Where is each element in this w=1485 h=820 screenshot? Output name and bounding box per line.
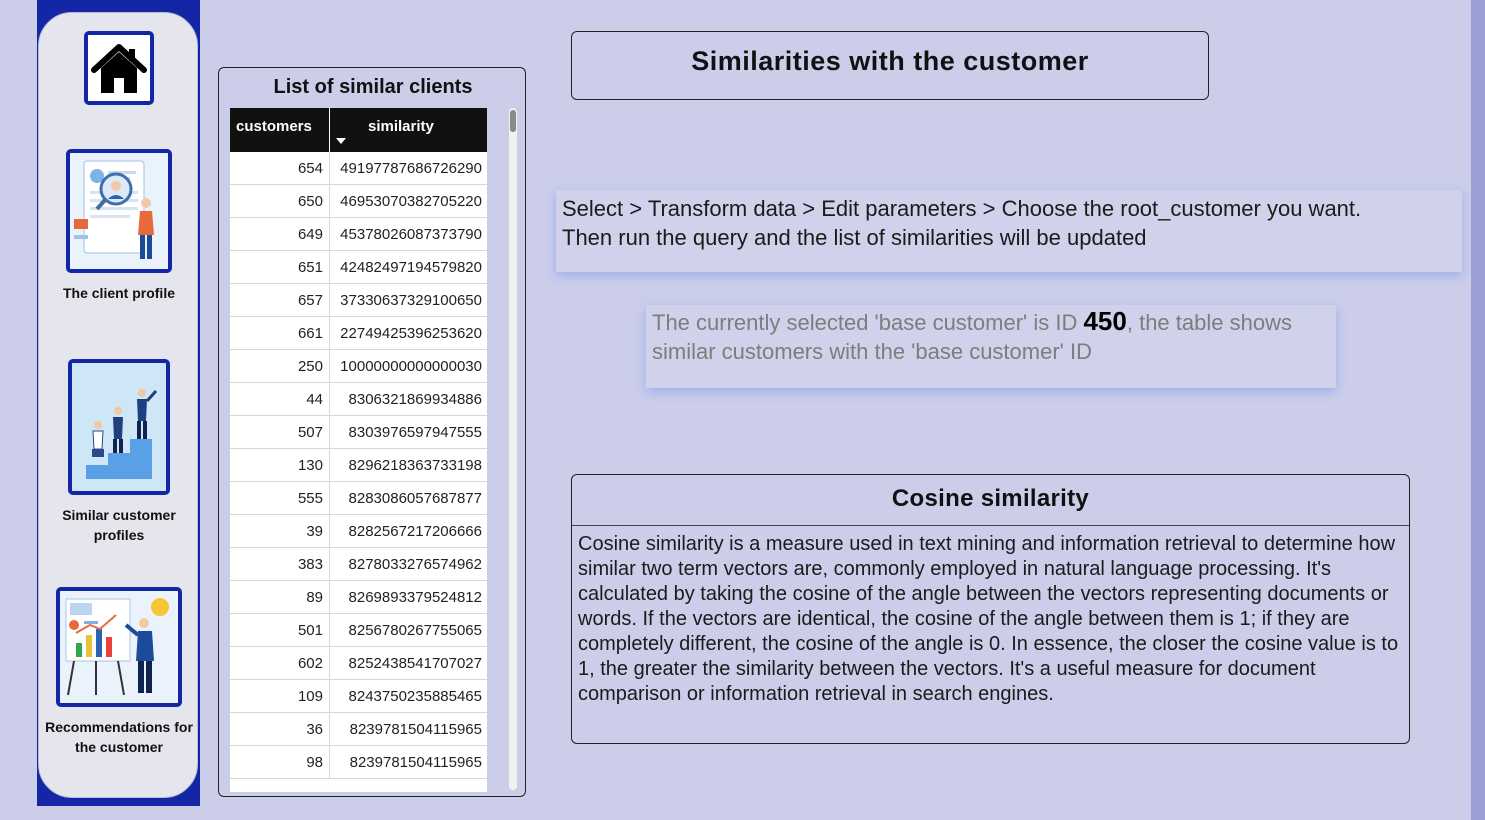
cell-similarity: 46953070382705220 — [340, 193, 482, 210]
table-row[interactable]: 250 10000000000000030 — [230, 350, 487, 383]
column-header-customers[interactable]: customers — [230, 108, 330, 152]
cell-customer-id: 39 — [230, 515, 330, 547]
cell-customer-id: 109 — [230, 680, 330, 712]
page-title-box: Similarities with the customer — [571, 31, 1209, 100]
nav-client-profile-label: The client profile — [62, 285, 175, 301]
cell-similarity: 8243750235885465 — [348, 688, 482, 705]
cell-similarity: 8239781504115965 — [349, 754, 482, 771]
table-row[interactable]: 36 8239781504115965 — [230, 713, 487, 746]
nav-similar-profiles[interactable]: Similar customer profiles — [39, 359, 199, 545]
cell-customer-id: 89 — [230, 581, 330, 613]
cell-similarity: 8303976597947555 — [348, 424, 482, 441]
selected-customer-id: 450 — [1083, 306, 1127, 336]
nav-client-profile[interactable]: The client profile — [39, 149, 199, 303]
table-row[interactable]: 661 22749425396253620 — [230, 317, 487, 350]
recommendations-icon — [56, 587, 182, 707]
cosine-similarity-title: Cosine similarity — [572, 475, 1409, 526]
cell-similarity: 8278033276574962 — [348, 556, 482, 573]
cell-customer-id: 657 — [230, 284, 330, 316]
table-row[interactable]: 555 8283086057687877 — [230, 482, 487, 515]
page-title: Similarities with the customer — [691, 46, 1089, 76]
cell-customer-id: 555 — [230, 482, 330, 514]
cell-similarity: 8296218363733198 — [348, 457, 482, 474]
table-row[interactable]: 44 8306321869934886 — [230, 383, 487, 416]
similar-clients-table: customers similarity 654 4919778768672629… — [230, 108, 487, 792]
instructions-line-1: Select > Transform data > Edit parameter… — [562, 196, 1362, 221]
cell-similarity: 8252438541707027 — [348, 655, 482, 672]
cell-similarity: 37330637329100650 — [340, 292, 482, 309]
cell-similarity: 8269893379524812 — [348, 589, 482, 606]
cell-customer-id: 250 — [230, 350, 330, 382]
table-row[interactable]: 649 45378026087373790 — [230, 218, 487, 251]
instructions-card: Select > Transform data > Edit parameter… — [556, 190, 1462, 272]
nav-similar-profiles-label: Similar customer profiles — [62, 507, 176, 543]
table-title: List of similar clients — [273, 76, 473, 98]
cell-similarity: 8256780267755065 — [348, 622, 482, 639]
table-row[interactable]: 89 8269893379524812 — [230, 581, 487, 614]
client-profile-icon — [66, 149, 172, 273]
cosine-similarity-description: Cosine similarity is a measure used in t… — [578, 533, 1399, 705]
column-header-similarity-label: similarity — [368, 118, 434, 135]
nav-recommendations[interactable]: Recommendations for the customer — [39, 587, 199, 757]
table-header: customers similarity — [230, 108, 487, 152]
similar-profiles-icon — [68, 359, 170, 495]
column-header-similarity[interactable]: similarity — [330, 108, 487, 152]
table-row[interactable]: 383 8278033276574962 — [230, 548, 487, 581]
cell-similarity: 8282567217206666 — [348, 523, 482, 540]
cell-customer-id: 507 — [230, 416, 330, 448]
cell-customer-id: 501 — [230, 614, 330, 646]
cell-similarity: 8306321869934886 — [348, 391, 482, 408]
cell-customer-id: 130 — [230, 449, 330, 481]
home-icon[interactable] — [84, 31, 154, 105]
cell-customer-id: 651 — [230, 251, 330, 283]
instructions-line-2: Then run the query and the list of simil… — [562, 225, 1147, 250]
selected-customer-prefix: The currently selected 'base customer' i… — [652, 310, 1084, 335]
cell-customer-id: 98 — [230, 746, 330, 778]
cell-similarity: 45378026087373790 — [340, 226, 482, 243]
cosine-similarity-card: Cosine similarity Cosine similarity is a… — [571, 474, 1410, 744]
table-row[interactable]: 39 8282567217206666 — [230, 515, 487, 548]
table-row[interactable]: 98 8239781504115965 — [230, 746, 487, 779]
cell-similarity: 49197787686726290 — [340, 160, 482, 177]
cell-customer-id: 650 — [230, 185, 330, 217]
table-row[interactable]: 657 37330637329100650 — [230, 284, 487, 317]
nav-recommendations-label: Recommendations for the customer — [45, 719, 193, 755]
table-row[interactable]: 501 8256780267755065 — [230, 614, 487, 647]
table-row[interactable]: 130 8296218363733198 — [230, 449, 487, 482]
cell-similarity: 8239781504115965 — [349, 721, 482, 738]
cell-similarity: 22749425396253620 — [340, 325, 482, 342]
sidebar: The client profile Similar customer prof… — [38, 12, 198, 798]
table-body: 654 49197787686726290 650 46953070382705220… — [230, 152, 487, 779]
nav-home[interactable] — [39, 31, 199, 105]
cell-customer-id: 36 — [230, 713, 330, 745]
table-row[interactable]: 650 46953070382705220 — [230, 185, 487, 218]
cell-customer-id: 44 — [230, 383, 330, 415]
cell-customer-id: 661 — [230, 317, 330, 349]
table-row[interactable]: 507 8303976597947555 — [230, 416, 487, 449]
table-row[interactable]: 109 8243750235885465 — [230, 680, 487, 713]
table-scrollbar[interactable] — [509, 108, 517, 790]
sort-descending-icon — [336, 138, 346, 144]
scrollbar-thumb[interactable] — [510, 110, 516, 132]
table-row[interactable]: 654 49197787686726290 — [230, 152, 487, 185]
cell-customer-id: 383 — [230, 548, 330, 580]
table-row[interactable]: 602 8252438541707027 — [230, 647, 487, 680]
table-row[interactable]: 651 42482497194579820 — [230, 251, 487, 284]
right-edge-strip — [1471, 0, 1485, 820]
similar-clients-panel: List of similar clients customers simila… — [218, 67, 526, 797]
cell-similarity: 10000000000000030 — [340, 358, 482, 375]
selected-customer-card: The currently selected 'base customer' i… — [646, 305, 1336, 388]
cell-customer-id: 654 — [230, 152, 330, 184]
cell-customer-id: 602 — [230, 647, 330, 679]
cell-customer-id: 649 — [230, 218, 330, 250]
cell-similarity: 8283086057687877 — [348, 490, 482, 507]
cell-similarity: 42482497194579820 — [340, 259, 482, 276]
